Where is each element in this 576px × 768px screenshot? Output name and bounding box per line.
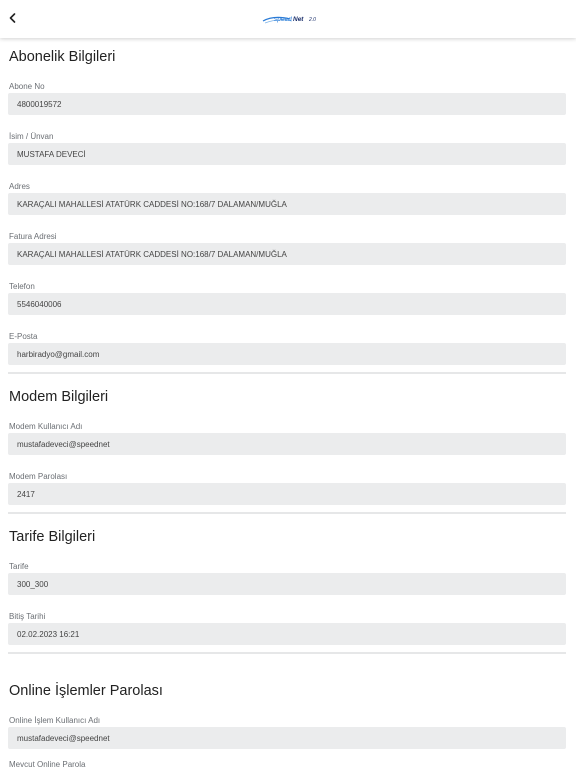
current-online-password-label: Mevcut Online Parola — [9, 760, 86, 768]
address-label: Adres — [9, 182, 30, 191]
svg-text:speed: speed — [274, 16, 292, 23]
phone-field: 5546040006 — [8, 293, 566, 315]
section-title-tariff: Tarife Bilgileri — [9, 529, 96, 545]
section-title-online: Online İşlemler Parolası — [9, 683, 163, 699]
chevron-left-icon — [9, 13, 15, 23]
section-divider — [8, 512, 566, 514]
end-date-label: Bitiş Tarihi — [9, 612, 46, 621]
modem-password-field: 2417 — [8, 483, 566, 505]
svg-text:Net: Net — [293, 16, 304, 23]
end-date-field: 02.02.2023 16:21 — [8, 623, 566, 645]
section-title-modem: Modem Bilgileri — [9, 389, 109, 405]
name-field: MUSTAFA DEVECİ — [8, 143, 566, 165]
tariff-label: Tarife — [9, 562, 29, 571]
address-field: KARAÇALI MAHALLESİ ATATÜRK CADDESİ NO:16… — [8, 193, 566, 215]
section-divider — [8, 372, 566, 374]
section-divider — [8, 652, 566, 654]
modem-username-field: mustafadeveci@speednet — [8, 433, 566, 455]
svg-text:2.0: 2.0 — [308, 17, 316, 23]
top-app-bar: speed Net 2.0 — [0, 0, 576, 38]
billing-address-field: KARAÇALI MAHALLESİ ATATÜRK CADDESİ NO:16… — [8, 243, 566, 265]
subscriber-info-page: Abonelik Bilgileri Abone No 4800019572 İ… — [0, 38, 576, 768]
modem-password-label: Modem Parolası — [9, 472, 68, 481]
phone-label: Telefon — [9, 282, 35, 291]
modem-username-label: Modem Kullanıcı Adı — [9, 422, 83, 431]
billing-address-label: Fatura Adresi — [9, 232, 57, 241]
subscriber-no-field: 4800019572 — [8, 93, 566, 115]
email-field: harbiradyo@gmail.com — [8, 343, 566, 365]
online-username-field: mustafadeveci@speednet — [8, 727, 566, 749]
name-label: İsim / Ünvan — [9, 132, 54, 141]
subscriber-no-label: Abone No — [9, 82, 45, 91]
tariff-field: 300_300 — [8, 573, 566, 595]
email-label: E-Posta — [9, 332, 38, 341]
speednet-logo: speed Net 2.0 — [262, 11, 324, 27]
section-title-subscription: Abonelik Bilgileri — [9, 49, 116, 65]
online-username-label: Online İşlem Kullanıcı Adı — [9, 716, 101, 725]
back-button[interactable] — [4, 10, 20, 26]
